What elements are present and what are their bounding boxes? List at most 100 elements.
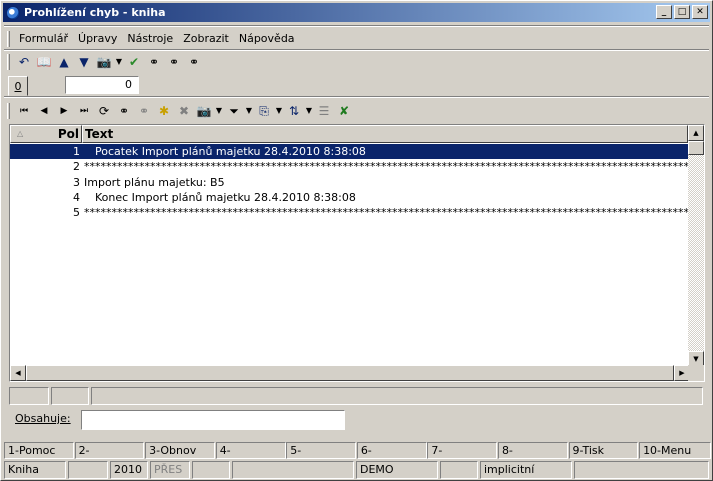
dropdown-arrow-icon[interactable]: ▼	[114, 53, 124, 71]
row-text: Konec Import plánů majetku 28.4.2010 8:3…	[95, 191, 356, 204]
table-row[interactable]: 2 **************************************…	[10, 159, 688, 174]
window-title: Prohlížení chyb - kniha	[24, 6, 166, 19]
arrow-left-icon: ◀	[15, 368, 21, 377]
column-header-pol[interactable]: △ Pol	[10, 125, 82, 143]
excel-icon[interactable]: ✘	[334, 102, 354, 120]
menu-upravy[interactable]: Úpravy	[73, 32, 122, 45]
fkey-10-menu[interactable]: 10-Menu	[639, 442, 711, 459]
filter-input[interactable]	[81, 410, 345, 430]
vertical-scrollbar[interactable]: ▲ ▼	[688, 125, 704, 367]
status-profile: implicitní	[480, 461, 572, 479]
filter-check-icon[interactable]: ✔	[124, 53, 144, 71]
menu-zobrazit[interactable]: Zobrazit	[178, 32, 234, 45]
filter-dropdown-icon[interactable]: ▼	[244, 102, 254, 120]
row-number: 3	[73, 176, 80, 189]
close-button[interactable]: ✕	[692, 5, 708, 19]
arrow-down-icon[interactable]: ▼	[74, 53, 94, 71]
table-row[interactable]: 1 Pocatek Import plánů majetku 28.4.2010…	[10, 144, 688, 159]
next-record-icon[interactable]: ▶	[54, 102, 74, 120]
export-icon[interactable]: ⎘	[254, 102, 274, 120]
arrow-down-icon: ▼	[693, 354, 699, 363]
data-grid[interactable]: △ Pol Text 1 Pocatek Import plánů majetk…	[9, 124, 705, 382]
row-text: ****************************************…	[84, 206, 688, 219]
row-text: Import plánu majetku: B5	[84, 176, 225, 189]
row-text: ****************************************…	[84, 160, 688, 173]
binoculars-icon[interactable]: ⚭	[144, 53, 164, 71]
status-mode: PŘES	[150, 461, 190, 479]
scroll-corner	[688, 365, 704, 381]
columns-icon[interactable]: ☰	[314, 102, 334, 120]
table-row[interactable]: 5 **************************************…	[10, 205, 688, 220]
table-row[interactable]: 4 Konec Import plánů majetku 28.4.2010 8…	[10, 190, 688, 205]
record-number-field[interactable]: 0	[65, 76, 139, 94]
status-empty	[574, 461, 709, 479]
status-empty	[440, 461, 478, 479]
fkey-5[interactable]: 5-	[286, 442, 357, 459]
binoculars-prev-icon[interactable]: ⚭	[184, 53, 204, 71]
arrow-right-icon: ▶	[679, 368, 685, 377]
fkey-7[interactable]: 7-	[427, 442, 498, 459]
tab-divider	[4, 96, 709, 98]
arrow-up-icon: ▲	[693, 128, 699, 137]
fkey-6[interactable]: 6-	[356, 442, 427, 459]
fkey-3-refresh[interactable]: 3-Obnov	[145, 442, 215, 459]
title-bar[interactable]: Prohlížení chyb - kniha _ □ ✕	[3, 3, 710, 22]
tab-0[interactable]: 0	[8, 76, 28, 96]
grid-camera-icon[interactable]: 📷	[194, 102, 214, 120]
binoculars-next-icon[interactable]: ⚭	[164, 53, 184, 71]
minimize-button[interactable]: _	[656, 5, 672, 19]
menu-grip[interactable]	[7, 30, 10, 47]
fkey-8[interactable]: 8-	[497, 442, 568, 459]
sort-indicator-icon: △	[17, 129, 24, 138]
menu-bar: Formulář Úpravy Nástroje Zobrazit Nápově…	[7, 29, 300, 48]
prev-record-icon[interactable]: ◀	[34, 102, 54, 120]
binoculars-search-icon[interactable]: ⚭	[114, 102, 134, 120]
status-db: DEMO	[356, 461, 438, 479]
camera-icon[interactable]: 📷	[94, 53, 114, 71]
function-keys-bar: 1-Pomoc 2- 3-Obnov 4- 5- 6- 7- 8- 9-Tisk…	[4, 442, 711, 459]
main-toolbar: ↶ 📖 ▲ ▼ 📷 ▼ ✔ ⚭ ⚭ ⚭	[7, 52, 204, 72]
filter-icon[interactable]: ⏷	[224, 102, 244, 120]
camera-dropdown-icon[interactable]: ▼	[214, 102, 224, 120]
toolbar-grip[interactable]	[7, 54, 10, 70]
horizontal-scroll-thumb[interactable]	[26, 365, 674, 381]
row-number: 1	[10, 144, 82, 159]
scroll-up-button[interactable]: ▲	[688, 125, 704, 141]
fkey-1-help[interactable]: 1-Pomoc	[4, 442, 74, 459]
status-empty	[192, 461, 230, 479]
menu-formular[interactable]: Formulář	[14, 32, 73, 45]
menu-nastroje[interactable]: Nástroje	[122, 32, 178, 45]
scroll-left-button[interactable]: ◀	[10, 365, 26, 381]
vertical-scroll-thumb[interactable]	[688, 141, 704, 155]
minimize-icon: _	[661, 6, 667, 17]
first-record-icon[interactable]: ⏮	[14, 102, 34, 120]
last-record-icon[interactable]: ⏭	[74, 102, 94, 120]
column-header-text[interactable]: Text	[82, 125, 688, 143]
refresh-icon[interactable]: ⟳	[94, 102, 114, 120]
row-number: 5	[73, 206, 80, 219]
menu-napoveda[interactable]: Nápověda	[234, 32, 300, 45]
status-empty	[232, 461, 354, 479]
column-header-text-label: Text	[85, 127, 114, 141]
horizontal-scrollbar[interactable]: ◀ ▶	[10, 365, 690, 381]
fkey-9-print[interactable]: 9-Tisk	[568, 442, 639, 459]
row-number: 4	[73, 191, 80, 204]
footer-panel	[51, 387, 89, 405]
main-window: Prohlížení chyb - kniha _ □ ✕ Formulář Ú…	[0, 0, 713, 481]
table-row[interactable]: 3 Import plánu majetku: B5	[10, 175, 688, 190]
maximize-button[interactable]: □	[674, 5, 690, 19]
undo-icon[interactable]: ↶	[14, 53, 34, 71]
export-dropdown-icon[interactable]: ▼	[274, 102, 284, 120]
sort-dropdown-icon[interactable]: ▼	[304, 102, 314, 120]
fkey-2[interactable]: 2-	[74, 442, 145, 459]
maximize-icon: □	[677, 6, 687, 17]
grid-toolbar: ⏮ ◀ ▶ ⏭ ⟳ ⚭ ⚭ ✱ ✖ 📷 ▼ ⏷ ▼ ⎘ ▼ ⇅ ▼ ☰ ✘	[7, 101, 354, 121]
filter-label: Obsahuje:	[15, 412, 71, 425]
sort-icon[interactable]: ⇅	[284, 102, 304, 120]
grid-toolbar-grip[interactable]	[7, 103, 10, 119]
star-add-icon[interactable]: ✱	[154, 102, 174, 120]
fkey-4[interactable]: 4-	[215, 442, 286, 459]
book-icon[interactable]: 📖	[34, 53, 54, 71]
app-icon[interactable]	[6, 5, 20, 20]
arrow-up-icon[interactable]: ▲	[54, 53, 74, 71]
